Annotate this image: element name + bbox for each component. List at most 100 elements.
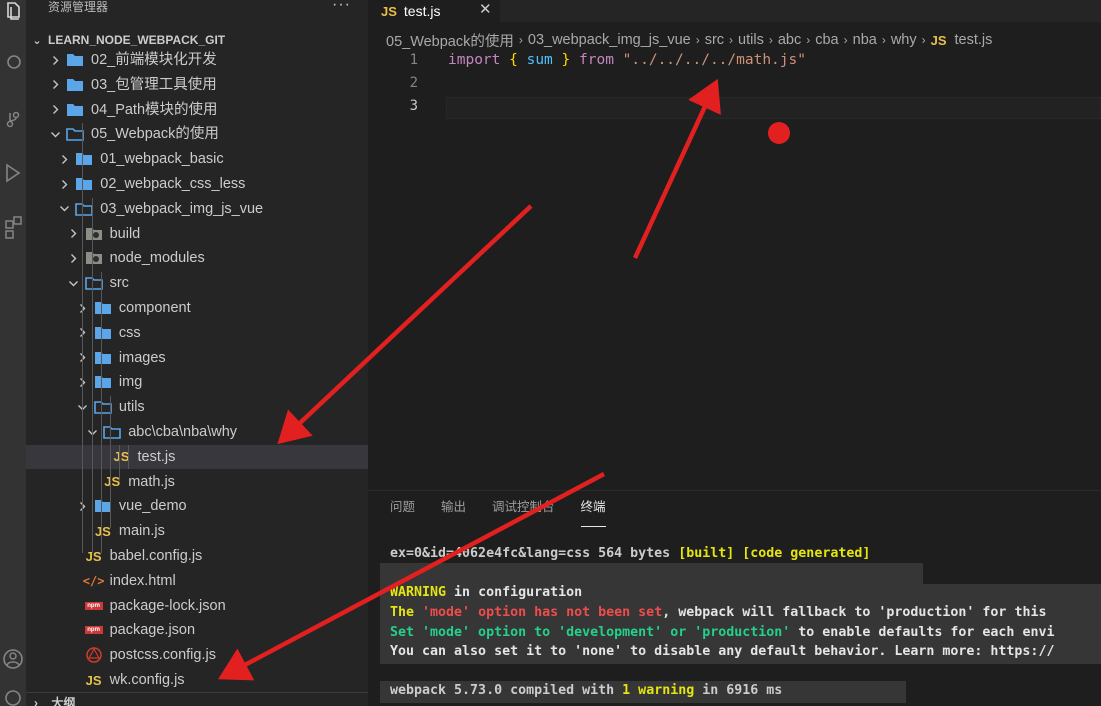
tree-item[interactable]: JS math.js — [26, 470, 368, 494]
tree-item[interactable]: 05_Webpack的使用 — [26, 122, 368, 146]
tree-item[interactable]: img — [26, 370, 368, 394]
tree-item[interactable]: JS wk.config.js — [26, 668, 368, 692]
terminal-line: webpack 5.73.0 compiled with 1 warning i… — [390, 683, 782, 698]
tree-item-label: node_modules — [109, 250, 205, 267]
tree-item[interactable]: 04_Path模块的使用 — [26, 98, 368, 122]
breadcrumb-file[interactable]: test.js — [955, 32, 993, 48]
account-icon[interactable] — [0, 647, 26, 671]
chevron-right-icon[interactable] — [57, 179, 71, 190]
breadcrumb-separator-icon: › — [695, 33, 700, 47]
warning-count: 1 warning — [622, 683, 695, 698]
tree-item-label: 04_Path模块的使用 — [91, 101, 218, 118]
chevron-right-icon[interactable] — [67, 253, 81, 264]
tree-item[interactable]: </> index.html — [26, 569, 368, 593]
js-file-icon: JS — [381, 3, 397, 19]
panel-tab[interactable]: 调试控制台 — [492, 499, 555, 521]
tree-item-label: 03_包管理工具使用 — [91, 76, 217, 93]
chevron-right-icon[interactable] — [67, 228, 81, 239]
settings-gear-icon[interactable] — [0, 688, 26, 706]
npm-file-icon: npm — [84, 621, 104, 639]
breadcrumb-segment[interactable]: src — [705, 32, 724, 48]
tree-item-label: css — [118, 324, 141, 341]
breadcrumb-segment[interactable]: 05_Webpack的使用 — [386, 30, 514, 51]
tree-item-label: component — [118, 300, 191, 316]
tree-item[interactable]: 02_webpack_css_less — [26, 172, 368, 196]
breadcrumb-separator-icon: › — [881, 33, 886, 47]
chevron-right-icon[interactable] — [48, 55, 62, 66]
tree-item[interactable]: vue_demo — [26, 494, 368, 518]
tree-item[interactable]: images — [26, 346, 368, 370]
indent-guide — [119, 445, 120, 481]
tab-test-js[interactable]: JS test.js ✕ — [368, 0, 500, 22]
code-line-1[interactable]: import { sum } from "../../../../math.js… — [448, 52, 806, 68]
breadcrumb-separator-icon: › — [806, 33, 811, 47]
tree-item[interactable]: npm package-lock.json — [26, 594, 368, 618]
tree-item[interactable]: abc\cba\nba\why — [26, 420, 368, 444]
source-control-icon[interactable] — [0, 110, 26, 128]
tree-item[interactable]: JS main.js — [26, 519, 368, 543]
close-icon[interactable]: ✕ — [479, 0, 492, 20]
terminal-line: The 'mode' option has not been set, webp… — [390, 605, 1046, 620]
tree-item[interactable]: build — [26, 222, 368, 246]
breadcrumb: 05_Webpack的使用 › 03_webpack_img_js_vue › src ›… — [386, 30, 992, 50]
breadcrumb-segment[interactable]: why — [891, 32, 917, 48]
breadcrumb-segment[interactable]: cba — [815, 32, 838, 48]
warning-label: WARNING — [390, 585, 447, 600]
breadcrumb-segment[interactable]: abc — [778, 32, 801, 48]
panel-tab[interactable]: 终端 — [580, 499, 606, 527]
special-folder-icon — [84, 225, 104, 243]
tree-item[interactable]: src — [26, 271, 368, 295]
js-file-icon: JS — [930, 32, 947, 48]
panel-tab[interactable]: 问题 — [390, 499, 415, 521]
workspace-section-header[interactable]: ⌄ LEARN_NODE_WEBPACK_GIT — [26, 30, 368, 50]
tree-item[interactable]: css — [26, 321, 368, 345]
tree-item[interactable]: 02_前端模块化开发 — [26, 48, 368, 72]
breadcrumb-segment[interactable]: 03_webpack_img_js_vue — [528, 32, 691, 48]
chevron-down-icon[interactable] — [57, 203, 71, 214]
search-icon[interactable] — [0, 54, 26, 72]
chevron-right-icon[interactable] — [57, 154, 71, 165]
current-line-highlight — [446, 97, 1101, 119]
terminal-line: Set 'mode' option to 'development' or 'p… — [390, 625, 1054, 640]
terminal-text: in 6916 ms — [694, 683, 783, 698]
tree-item[interactable]: postcss.config.js — [26, 643, 368, 667]
tree-item[interactable]: component — [26, 296, 368, 320]
terminal-text: webpack 5.73.0 compiled with — [390, 683, 623, 698]
tree-item[interactable]: utils — [26, 395, 368, 419]
chevron-right-icon[interactable] — [48, 79, 62, 90]
breadcrumb-separator-icon: › — [729, 33, 734, 47]
tree-item-label: 03_webpack_img_js_vue — [100, 200, 264, 217]
tree-item[interactable]: 03_webpack_img_js_vue — [26, 197, 368, 221]
special-folder-icon — [84, 249, 104, 267]
chevron-down-icon[interactable] — [48, 129, 62, 140]
breadcrumb-segment[interactable]: utils — [738, 32, 764, 48]
panel-tab[interactable]: 输出 — [441, 499, 466, 521]
line-number: 1 — [409, 52, 418, 68]
tree-item-label: utils — [118, 399, 145, 416]
tree-item[interactable]: JS test.js — [26, 444, 368, 469]
extensions-icon[interactable] — [0, 215, 26, 243]
explorer-icon[interactable] — [0, 2, 26, 22]
chevron-down-icon[interactable] — [67, 278, 81, 289]
folder-icon — [93, 373, 113, 391]
terminal-line: You can also set it to 'none' to disable… — [390, 644, 1054, 659]
breadcrumb-segment[interactable]: nba — [853, 32, 877, 48]
tree-item[interactable]: JS babel.config.js — [26, 544, 368, 568]
more-actions-button[interactable]: ··· — [332, 0, 351, 14]
tree-item[interactable]: 01_webpack_basic — [26, 147, 368, 171]
chevron-right-icon[interactable] — [48, 104, 62, 115]
tree-item-label: 01_webpack_basic — [100, 151, 224, 168]
breadcrumb-separator-icon: › — [518, 33, 523, 47]
indent-guide — [128, 445, 129, 469]
terminal-text: The — [390, 605, 423, 620]
chevron-down-icon: ⌄ — [32, 34, 42, 47]
tree-item[interactable]: node_modules — [26, 246, 368, 270]
tree-item[interactable]: npm package.json — [26, 618, 368, 642]
terminal-text: 'mode' option has not been set — [422, 605, 663, 620]
run-debug-icon[interactable] — [0, 163, 26, 183]
folder-icon — [65, 101, 85, 119]
outline-section-header[interactable]: › 大纲 — [26, 692, 368, 706]
tree-item-label: 02_前端模块化开发 — [91, 52, 217, 68]
tree-item-label: build — [109, 225, 141, 242]
tree-item[interactable]: 03_包管理工具使用 — [26, 73, 368, 97]
